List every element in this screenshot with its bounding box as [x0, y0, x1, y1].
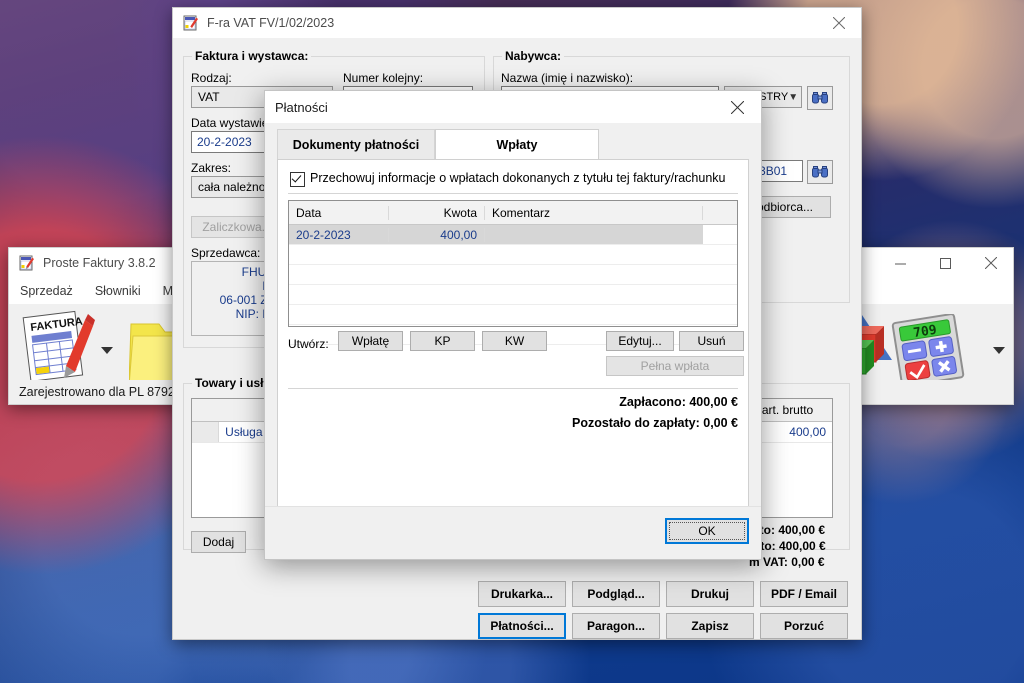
table-row-empty[interactable] — [289, 305, 737, 325]
dialog-title-bar: Płatności — [265, 91, 761, 123]
platnosci-button[interactable]: Płatności... — [478, 613, 566, 639]
tab-wplaty[interactable]: Wpłaty — [435, 129, 599, 159]
utworz-label: Utwórz: — [288, 337, 329, 351]
edytuj-button[interactable]: Edytuj... — [606, 331, 674, 351]
paragon-button[interactable]: Paragon... — [572, 613, 660, 639]
zapisz-button[interactable]: Zapisz — [666, 613, 754, 639]
rodzaj-value: VAT — [198, 90, 220, 104]
chevron-down-icon[interactable] — [101, 344, 113, 358]
group-label-buyer: Nabywca: — [502, 49, 565, 63]
dialog-tabstrip: Dokumenty płatności Wpłaty — [277, 129, 749, 159]
label-nazwa: Nazwa (imię i nazwisko): — [501, 71, 634, 85]
binoculars-icon-2 — [812, 166, 828, 178]
podglad-button[interactable]: Podgląd... — [572, 581, 660, 607]
tab-dokumenty-platnosci[interactable]: Dokumenty płatności — [277, 129, 435, 159]
divider-2 — [288, 388, 738, 389]
invoice-caption-buttons — [816, 8, 861, 38]
invoice-title-bar: F-ra VAT FV/1/02/2023 — [173, 8, 861, 38]
dialog-title-text: Płatności — [275, 99, 328, 115]
label-rodzaj: Rodzaj: — [191, 71, 232, 85]
menu-item-sprzedaz[interactable]: Sprzedaż — [9, 284, 84, 298]
menu-item-slowniki[interactable]: Słowniki — [84, 284, 152, 298]
wplaty-tab-panel: Przechowuj informacje o wpłatach dokonan… — [277, 159, 749, 536]
search-registry-button[interactable] — [807, 86, 833, 110]
col-kwota: Kwota — [389, 205, 485, 220]
table-row-empty[interactable] — [289, 285, 737, 305]
label-sprzedawca: Sprzedawca: — [191, 246, 261, 260]
invoice-title-text: F-ra VAT FV/1/02/2023 — [207, 16, 335, 30]
items-col-brutto: art. brutto — [761, 403, 814, 417]
remaining-amount: Pozostało do zapłaty: 0,00 € — [571, 416, 738, 430]
pelna-wplata-button: Pełna wpłata — [606, 356, 744, 376]
drukuj-button[interactable]: Drukuj — [666, 581, 754, 607]
kalkulator-icon[interactable]: 709 — [891, 313, 967, 389]
store-info-label: Przechowuj informacje o wpłatach dokonan… — [310, 171, 726, 185]
app-caption-buttons — [878, 248, 1013, 278]
dialog-footer: OK — [265, 506, 761, 559]
label-numer: Numer kolejny: — [343, 71, 424, 85]
close-icon[interactable] — [713, 91, 761, 123]
binoculars-icon — [812, 92, 828, 104]
search-nip-button[interactable] — [807, 160, 833, 184]
table-row[interactable]: 20-2-2023 400,00 — [289, 225, 737, 245]
col-data: Data — [289, 205, 389, 220]
payments-table[interactable]: Data Kwota Komentarz 20-2-2023 400,00 — [288, 200, 738, 345]
kp-button[interactable]: KP — [410, 331, 475, 351]
kw-button[interactable]: KW — [482, 331, 547, 351]
payments-table-header: Data Kwota Komentarz — [289, 201, 737, 225]
ok-button[interactable]: OK — [665, 518, 749, 544]
faktura-icon[interactable]: FAKTURA — [17, 308, 95, 389]
item-row-index — [192, 422, 220, 442]
paid-amount: Zapłacono: 400,00 € — [619, 395, 738, 409]
label-zakres: Zakres: — [191, 161, 232, 175]
col-komentarz: Komentarz — [485, 205, 703, 220]
platnosci-dialog: Płatności Dokumenty płatności Wpłaty Prz… — [264, 90, 762, 560]
minimize-icon[interactable] — [878, 248, 923, 278]
cell-kwota: 400,00 — [389, 227, 485, 242]
usun-button[interactable]: Usuń — [679, 331, 744, 351]
drukarka-button[interactable]: Drukarka... — [478, 581, 566, 607]
chevron-down-icon-2[interactable] — [993, 344, 1005, 358]
divider — [288, 193, 738, 194]
wplate-button[interactable]: Wpłatę — [338, 331, 403, 351]
ok-button-label: OK — [669, 522, 745, 540]
dodaj-button[interactable]: Dodaj — [191, 531, 246, 553]
cell-spacer — [703, 225, 737, 244]
porzuc-button[interactable]: Porzuć — [760, 613, 848, 639]
group-label-issuer: Faktura i wystawca: — [192, 49, 312, 63]
close-icon[interactable] — [968, 248, 1013, 278]
close-icon[interactable] — [816, 8, 861, 38]
store-info-checkbox[interactable] — [290, 172, 305, 187]
pdf-email-button[interactable]: PDF / Email — [760, 581, 848, 607]
table-row-empty[interactable] — [289, 265, 737, 285]
table-row-empty[interactable] — [289, 245, 737, 265]
maximize-icon[interactable] — [923, 248, 968, 278]
item-row-brutto: 400,00 — [789, 425, 826, 439]
invoice-icon — [183, 15, 199, 31]
app-icon — [19, 255, 35, 271]
chevron-down-icon: ▼ — [788, 91, 799, 103]
cell-data: 20-2-2023 — [289, 227, 389, 242]
registration-status: Zarejestrowano dla PL 87924 — [19, 385, 182, 399]
